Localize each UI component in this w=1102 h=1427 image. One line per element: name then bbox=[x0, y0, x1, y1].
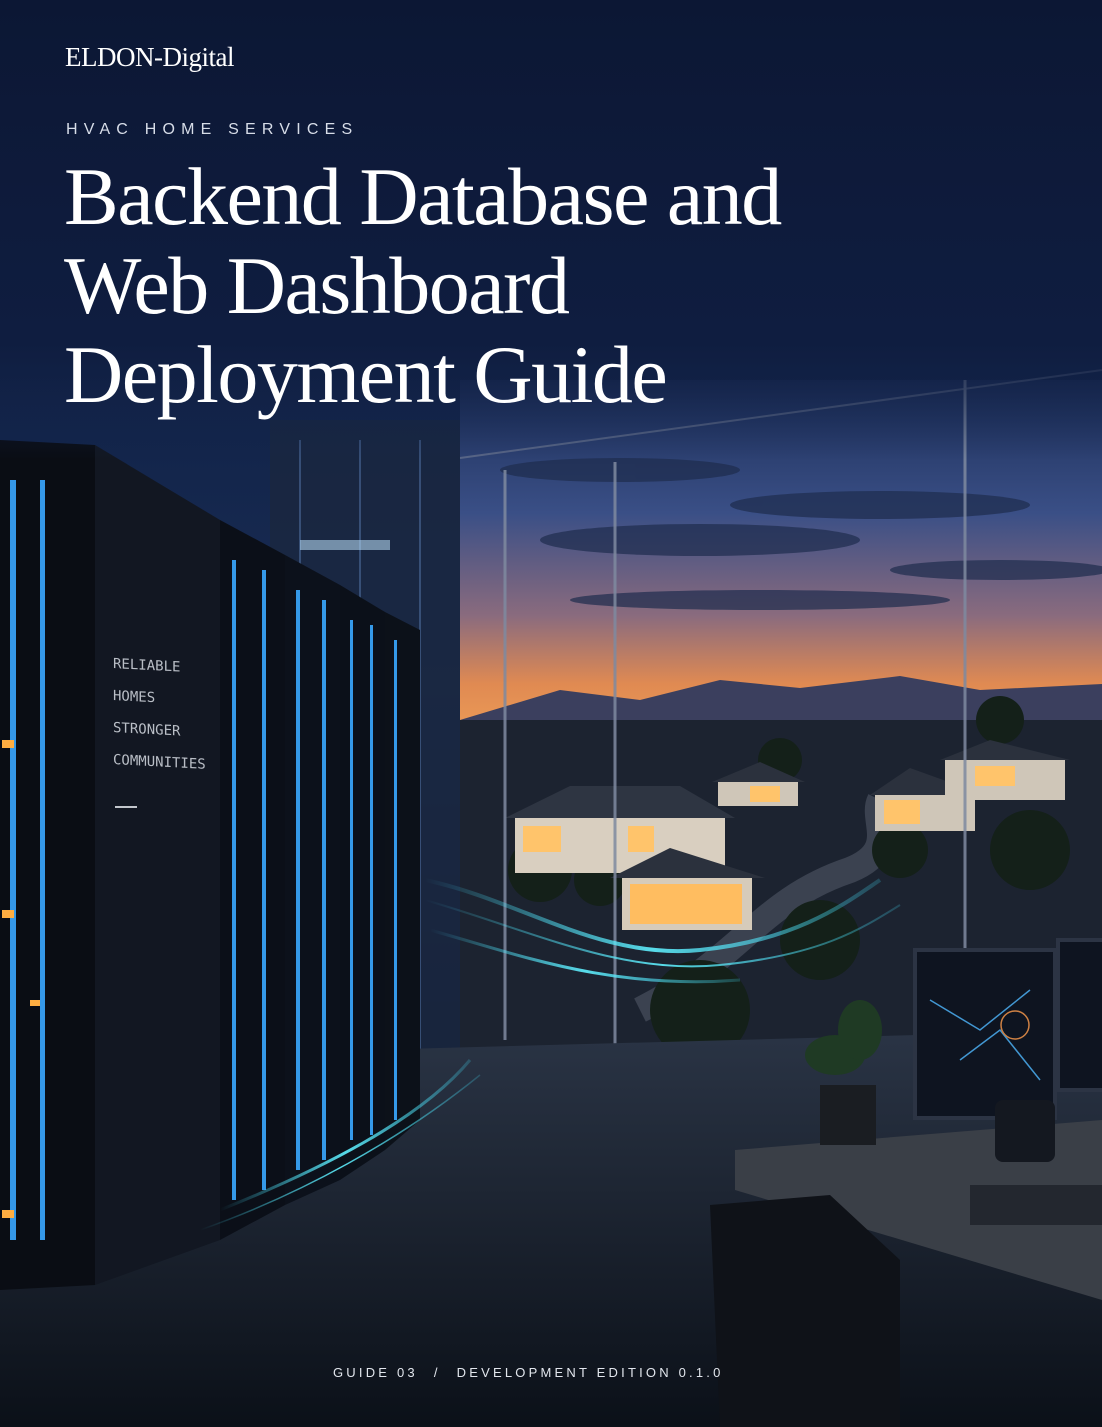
slogan-line: STRONGER bbox=[113, 720, 181, 740]
cover-title-line: Backend Database and bbox=[64, 151, 782, 242]
cover-title: Backend Database and Web Dashboard Deplo… bbox=[64, 152, 1024, 419]
guide-number: GUIDE 03 bbox=[333, 1365, 418, 1380]
cover-eyebrow: HVAC HOME SERVICES bbox=[66, 121, 359, 138]
rack-wall-slogan: RELIABLE HOMES STRONGER COMMUNITIES bbox=[113, 648, 206, 781]
edition-label: DEVELOPMENT EDITION 0.1.0 bbox=[456, 1365, 724, 1380]
slogan-line: RELIABLE bbox=[113, 656, 181, 676]
slogan-line: HOMES bbox=[113, 688, 156, 707]
slogan-line: COMMUNITIES bbox=[113, 752, 206, 773]
slogan-dash bbox=[115, 806, 137, 808]
cover-page: ELDON-Digital HVAC HOME SERVICES Backend… bbox=[0, 0, 1102, 1427]
cover-title-line: Deployment Guide bbox=[64, 329, 668, 420]
cover-title-line: Web Dashboard bbox=[64, 240, 570, 331]
cover-footer: GUIDE 03 / DEVELOPMENT EDITION 0.1.0 bbox=[333, 1365, 724, 1380]
brand-logo: ELDON-Digital bbox=[65, 42, 234, 72]
footer-separator: / bbox=[433, 1365, 441, 1380]
